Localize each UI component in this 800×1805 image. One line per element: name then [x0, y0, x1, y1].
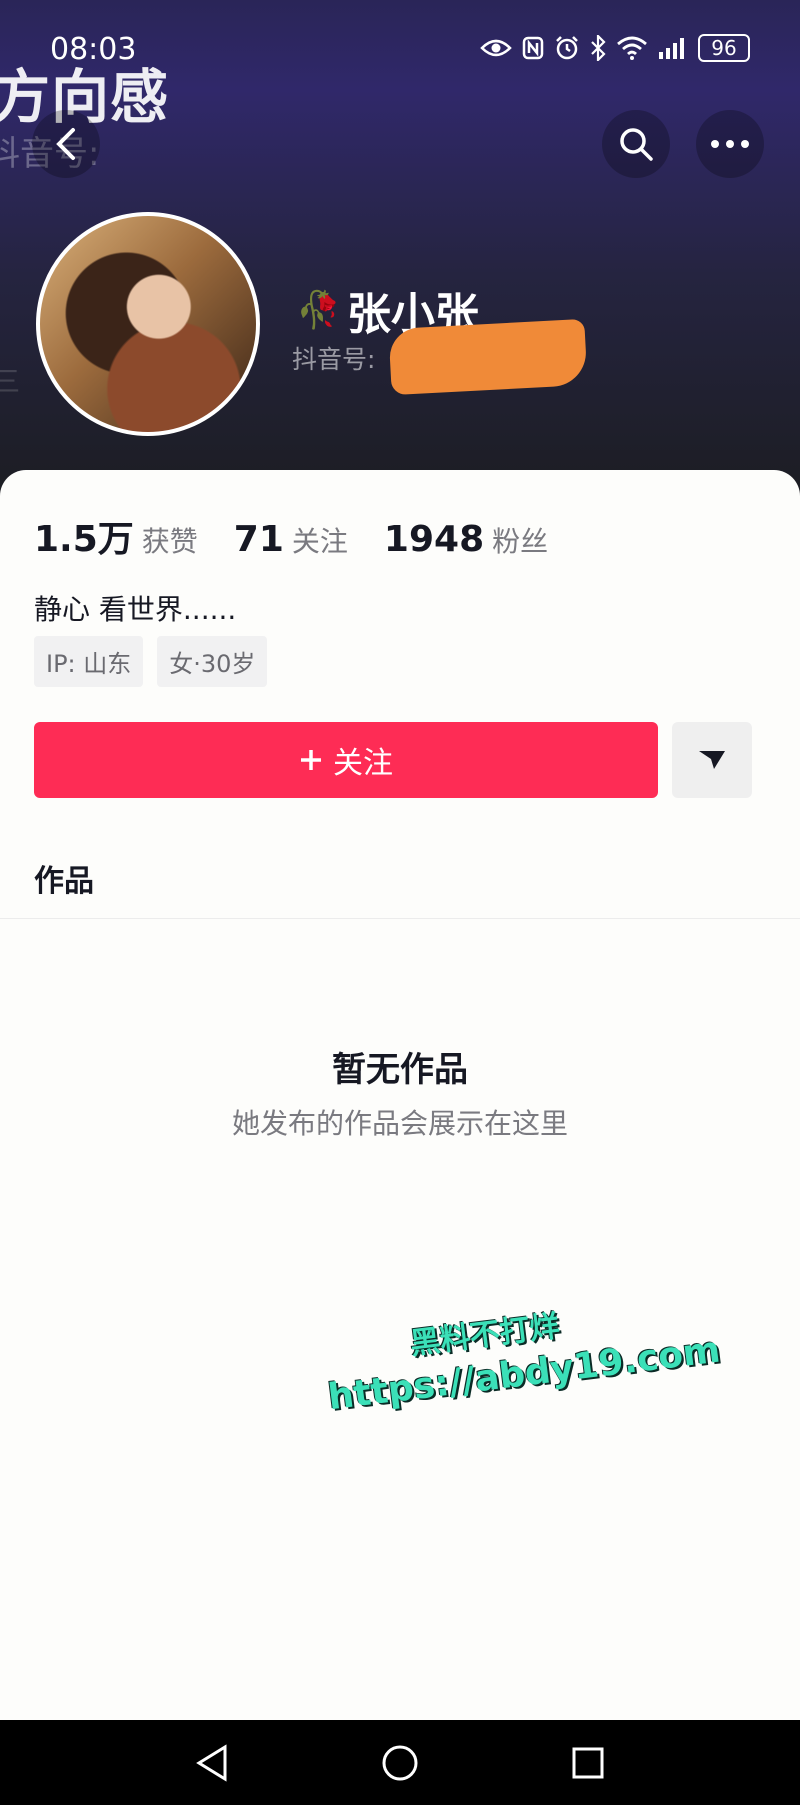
nav-recents-icon[interactable]: [571, 1746, 605, 1780]
recommend-more-button[interactable]: [672, 722, 752, 798]
nfc-icon: [522, 36, 544, 60]
tab-works[interactable]: 作品: [34, 856, 94, 900]
back-button[interactable]: [32, 110, 100, 178]
chevron-left-icon: [56, 128, 75, 160]
ellipsis-icon: [711, 140, 749, 148]
tab-divider: [0, 918, 800, 919]
alarm-icon: [556, 36, 578, 60]
eye-icon: [480, 39, 512, 57]
empty-state-subtitle: 她发布的作品会展示在这里: [231, 1107, 568, 1140]
status-time: 08:03: [50, 32, 137, 67]
more-options-button[interactable]: [696, 110, 764, 178]
search-icon: [620, 128, 653, 161]
system-navigation-bar: [0, 1720, 800, 1805]
stat-followers[interactable]: 1948 粉丝: [384, 519, 548, 560]
plus-icon: [301, 750, 321, 770]
wifi-icon: [617, 36, 647, 60]
stat-likes[interactable]: 1.5万 获赞: [34, 510, 198, 562]
wilted-flower-icon: 🥀: [296, 290, 341, 331]
empty-state-title: 暂无作品: [332, 1050, 468, 1090]
ip-location-tag: IP: 山东: [34, 636, 144, 687]
stat-following[interactable]: 71 关注: [234, 519, 348, 560]
nav-back-icon[interactable]: [195, 1743, 229, 1782]
follow-button-label: 关注: [333, 746, 393, 781]
stat-followers-label: 粉丝: [492, 525, 549, 558]
redaction-mark: [388, 318, 588, 396]
status-icons: 96: [480, 34, 750, 62]
profile-tags: IP: 山东 女·30岁: [34, 636, 268, 687]
profile-stats: 1.5万 获赞 71 关注 1948 粉丝: [34, 510, 548, 562]
stat-likes-value: 1.5万: [34, 519, 134, 560]
signal-icon: [659, 38, 684, 59]
douyin-id-label: 抖音号:: [292, 345, 376, 374]
stat-likes-label: 获赞: [141, 525, 198, 558]
bluetooth-icon: [591, 35, 606, 61]
stat-followers-value: 1948: [383, 519, 485, 560]
background-side-fragment: 三: [0, 365, 21, 398]
search-button[interactable]: [602, 110, 670, 178]
battery-indicator: 96: [698, 34, 750, 62]
follow-button[interactable]: 关注: [34, 722, 658, 798]
nav-home-icon[interactable]: [380, 1743, 420, 1783]
triangle-down-icon: [699, 751, 725, 769]
gender-age-tag: 女·30岁: [157, 636, 268, 687]
stat-following-label: 关注: [291, 525, 348, 558]
stat-following-value: 71: [233, 519, 284, 560]
profile-bio: 静心 看世界......: [34, 593, 237, 626]
avatar[interactable]: [36, 212, 260, 436]
